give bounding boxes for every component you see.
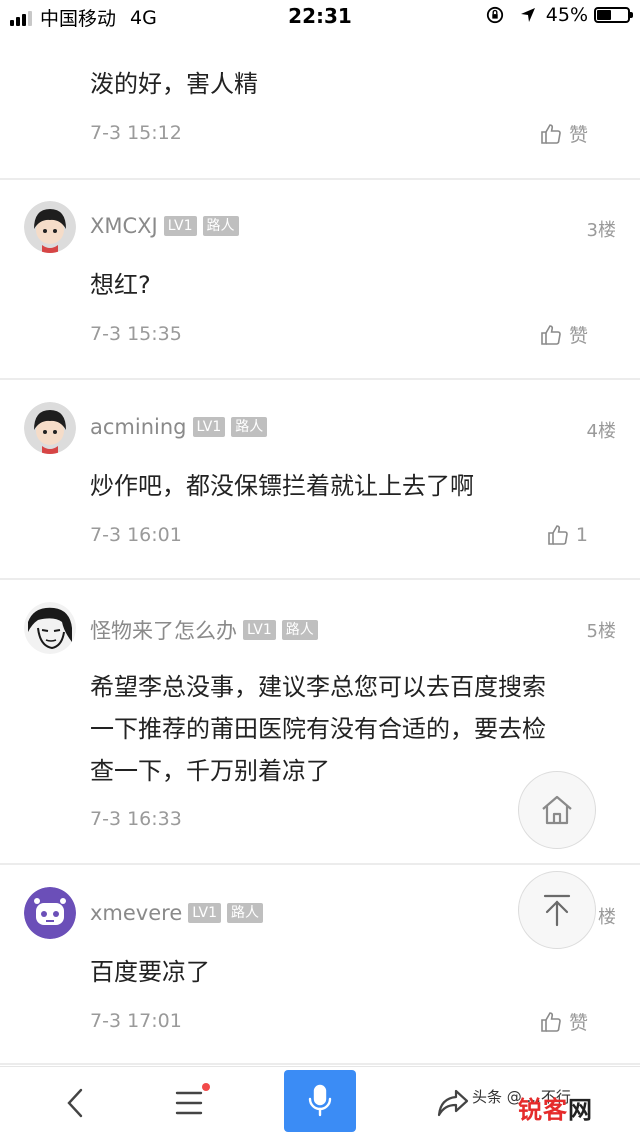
level-badge: LV1 [243, 620, 276, 640]
floor-number: 3楼 [586, 220, 616, 241]
like-button[interactable]: 赞 [539, 321, 588, 348]
comment-content: 百度要凉了 [90, 958, 210, 986]
username-row: xmevere LV1 路人 [90, 901, 263, 925]
comment-time: 7-3 15:12 [90, 122, 182, 144]
floor-number: 楼 [598, 907, 616, 928]
home-button[interactable] [518, 771, 596, 849]
role-badge: 路人 [231, 417, 268, 437]
robot-avatar-icon[interactable] [24, 887, 76, 939]
like-button[interactable]: 1 [546, 523, 588, 547]
logo-main: 锐客 [518, 1096, 568, 1124]
thumbs-up-icon [541, 1011, 561, 1032]
username[interactable]: xmevere [90, 901, 182, 925]
like-button[interactable]: 赞 [539, 120, 588, 147]
comment-time: 7-3 17:01 [90, 1010, 182, 1032]
like-label: 赞 [568, 124, 588, 146]
menu-icon [175, 1091, 203, 1115]
battery-icon [594, 7, 633, 23]
comment-line: 一下推荐的莆田医院有没有合适的，要去检 [90, 715, 546, 743]
comment-content: 炒作吧，都没保镖拦着就让上去了啊 [90, 472, 474, 500]
rotation-lock-icon [486, 6, 503, 24]
level-badge: LV1 [188, 903, 221, 923]
like-button[interactable]: 赞 [539, 1008, 588, 1035]
username-row: XMCXJ LV1 路人 [90, 214, 239, 238]
username[interactable]: acmining [90, 415, 187, 439]
watermark-logo: 锐客网 [518, 1090, 593, 1125]
level-badge: LV1 [163, 216, 197, 236]
like-label: 赞 [568, 325, 588, 347]
comment-item: acmining LV1 路人 4楼 炒作吧，都没保镖拦着就让上去了啊 7-3 … [0, 380, 640, 580]
thumbs-up-icon [541, 324, 561, 345]
comment-content: 希望李总没事，建议李总您可以去百度搜索 一下推荐的莆田医院有没有合适的，要去检 … [90, 666, 610, 792]
comment-content: 泼的好，害人精 [90, 70, 258, 98]
username[interactable]: 怪物来了怎么办 [90, 615, 237, 645]
username[interactable]: XMCXJ [90, 214, 158, 238]
logo-accent: 网 [568, 1096, 593, 1124]
level-badge: LV1 [192, 417, 226, 437]
back-to-top-button[interactable] [518, 871, 596, 949]
back-icon [67, 1088, 83, 1118]
back-button[interactable] [40, 1067, 110, 1139]
role-badge: 路人 [281, 620, 318, 640]
comment-item: XMCXJ LV1 路人 3楼 想红? 7-3 15:35 赞 [0, 180, 640, 380]
username-row: acmining LV1 路人 [90, 415, 268, 439]
comment-time: 7-3 16:33 [90, 808, 182, 830]
role-badge: 路人 [227, 903, 263, 923]
comment-time: 7-3 15:35 [90, 323, 182, 345]
menu-button[interactable] [154, 1067, 224, 1139]
floor-number: 4楼 [586, 421, 616, 442]
thumbs-up-icon [548, 525, 568, 545]
username-row: 怪物来了怎么办 LV1 路人 [90, 615, 318, 645]
thumbs-up-icon [541, 123, 561, 144]
comment-time: 7-3 16:01 [90, 524, 182, 546]
microphone-icon [308, 1084, 332, 1117]
like-count: 1 [575, 524, 588, 546]
location-arrow-icon [520, 8, 535, 22]
boy-avatar-icon[interactable] [24, 402, 76, 454]
floor-number: 5楼 [586, 621, 616, 642]
status-right: 45% [486, 4, 633, 26]
battery-percent: 45% [545, 4, 588, 26]
notification-dot [202, 1083, 210, 1091]
role-badge: 路人 [202, 216, 239, 236]
comment-content: 想红? [90, 271, 151, 299]
back-to-top-icon [543, 894, 571, 927]
status-bar: 中国移动 4G 22:31 45% [0, 0, 640, 36]
home-icon [542, 795, 572, 825]
voice-search-button[interactable] [284, 1070, 356, 1132]
like-label: 赞 [568, 1012, 588, 1034]
boy-avatar-icon[interactable] [24, 201, 76, 253]
sketch-face-avatar-icon[interactable] [24, 602, 76, 654]
share-icon [437, 1089, 469, 1117]
comment-line: 希望李总没事，建议李总您可以去百度搜索 [90, 673, 546, 701]
